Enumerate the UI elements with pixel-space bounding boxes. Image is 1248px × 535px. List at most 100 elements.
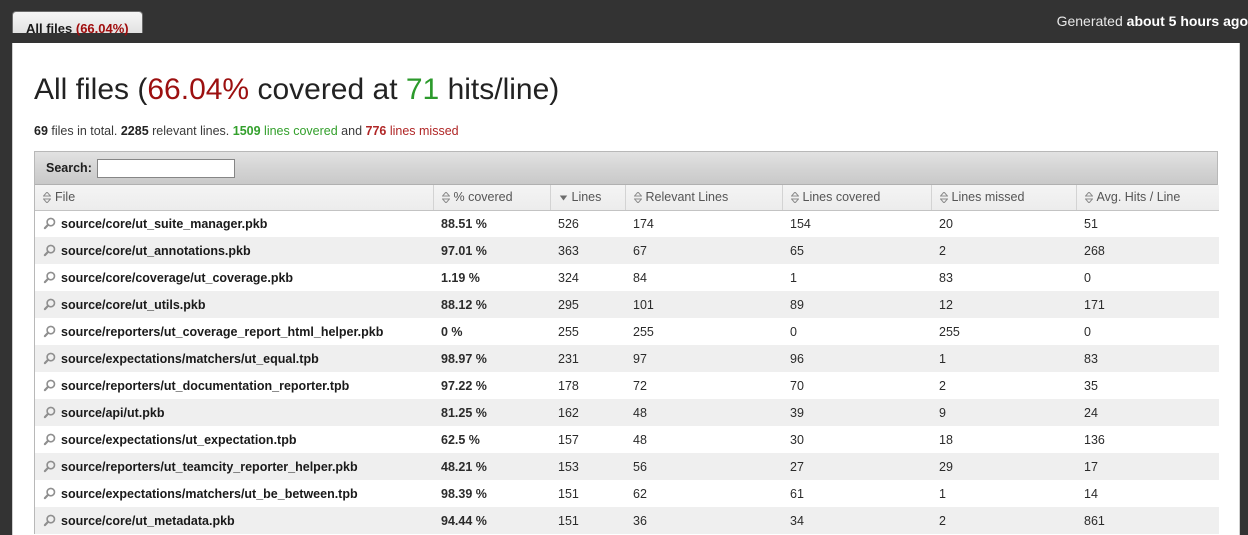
cell-lines: 178 — [550, 372, 625, 399]
cell-relevant-lines: 67 — [625, 237, 782, 264]
cell-percent-covered: 88.12 % — [433, 291, 550, 318]
cell-file[interactable]: source/expectations/matchers/ut_be_betwe… — [35, 480, 433, 507]
cell-avg-hits: 0 — [1076, 318, 1219, 345]
tab-strip: All files (66.04%) — [12, 11, 143, 44]
sort-both-icon — [1085, 192, 1093, 203]
cell-percent-covered: 81.25 % — [433, 399, 550, 426]
cell-lines-missed: 2 — [931, 507, 1076, 534]
magnifier-icon — [43, 379, 56, 392]
cell-file[interactable]: source/reporters/ut_coverage_report_html… — [35, 318, 433, 345]
magnifier-icon — [43, 433, 56, 446]
cell-file[interactable]: source/core/ut_annotations.pkb — [35, 237, 433, 264]
cell-file[interactable]: source/reporters/ut_documentation_report… — [35, 372, 433, 399]
cell-percent-covered: 98.39 % — [433, 480, 550, 507]
file-path-link[interactable]: source/core/ut_utils.pkb — [61, 298, 205, 312]
cell-percent-covered: 1.19 % — [433, 264, 550, 291]
table-row[interactable]: source/reporters/ut_documentation_report… — [35, 372, 1219, 399]
search-label: Search: — [46, 161, 92, 175]
file-path-link[interactable]: source/core/ut_metadata.pkb — [61, 514, 235, 528]
file-path-link[interactable]: source/core/ut_suite_manager.pkb — [61, 217, 267, 231]
sort-both-icon — [940, 192, 948, 203]
file-path-link[interactable]: source/core/coverage/ut_coverage.pkb — [61, 271, 293, 285]
cell-lines: 231 — [550, 345, 625, 372]
file-path-link[interactable]: source/reporters/ut_documentation_report… — [61, 379, 349, 393]
file-path-link[interactable]: source/reporters/ut_teamcity_reporter_he… — [61, 460, 358, 474]
cell-lines-covered: 65 — [782, 237, 931, 264]
cell-avg-hits: 51 — [1076, 210, 1219, 237]
cell-file[interactable]: source/core/coverage/ut_coverage.pkb — [35, 264, 433, 291]
magnifier-icon — [43, 487, 56, 500]
cell-avg-hits: 136 — [1076, 426, 1219, 453]
cell-file[interactable]: source/reporters/ut_teamcity_reporter_he… — [35, 453, 433, 480]
column-header-lines-missed[interactable]: Lines missed — [931, 185, 1076, 210]
file-path-link[interactable]: source/api/ut.pkb — [61, 406, 165, 420]
cell-relevant-lines: 97 — [625, 345, 782, 372]
file-path-link[interactable]: source/reporters/ut_coverage_report_html… — [61, 325, 383, 339]
column-header-relevant-lines[interactable]: Relevant Lines — [625, 185, 782, 210]
table-row[interactable]: source/core/ut_suite_manager.pkb88.51 %5… — [35, 210, 1219, 237]
cell-lines-missed: 83 — [931, 264, 1076, 291]
column-header-file[interactable]: File — [35, 185, 433, 210]
cell-lines-covered: 39 — [782, 399, 931, 426]
cell-file[interactable]: source/expectations/ut_expectation.tpb — [35, 426, 433, 453]
cell-lines: 151 — [550, 480, 625, 507]
table-row[interactable]: source/expectations/matchers/ut_equal.tp… — [35, 345, 1219, 372]
table-row[interactable]: source/core/coverage/ut_coverage.pkb 1.19… — [35, 264, 1219, 291]
cell-percent-covered: 48.21 % — [433, 453, 550, 480]
cell-relevant-lines: 36 — [625, 507, 782, 534]
magnifier-icon — [43, 325, 56, 338]
table-row[interactable]: source/reporters/ut_coverage_report_html… — [35, 318, 1219, 345]
cell-lines: 162 — [550, 399, 625, 426]
cell-lines: 526 — [550, 210, 625, 237]
coverage-table-head: File % covered Lines Relevant Lines Line — [35, 185, 1219, 210]
cell-relevant-lines: 48 — [625, 399, 782, 426]
sort-both-icon — [634, 192, 642, 203]
search-input[interactable] — [97, 159, 235, 178]
cell-file[interactable]: source/core/ut_suite_manager.pkb — [35, 210, 433, 237]
cell-file[interactable]: source/expectations/matchers/ut_equal.tp… — [35, 345, 433, 372]
magnifier-icon — [43, 271, 56, 284]
table-row[interactable]: source/expectations/ut_expectation.tpb62… — [35, 426, 1219, 453]
sort-both-icon — [442, 192, 450, 203]
table-row[interactable]: source/expectations/matchers/ut_be_betwe… — [35, 480, 1219, 507]
summary-covered-count: 1509 — [233, 124, 261, 138]
summary-missed-count: 776 — [366, 124, 387, 138]
generated-label: Generated — [1057, 13, 1127, 29]
file-path-link[interactable]: source/expectations/ut_expectation.tpb — [61, 433, 296, 447]
cell-relevant-lines: 48 — [625, 426, 782, 453]
column-header-relevant-lines-label: Relevant Lines — [646, 190, 729, 204]
tab-all-files[interactable]: All files (66.04%) — [12, 11, 143, 33]
cell-lines-missed: 2 — [931, 237, 1076, 264]
cell-avg-hits: 35 — [1076, 372, 1219, 399]
column-header-percent-covered-label: % covered — [454, 190, 513, 204]
column-header-avg-hits-line[interactable]: Avg. Hits / Line — [1076, 185, 1219, 210]
file-path-link[interactable]: source/expectations/matchers/ut_be_betwe… — [61, 487, 358, 501]
column-header-percent-covered[interactable]: % covered — [433, 185, 550, 210]
cell-file[interactable]: source/core/ut_metadata.pkb — [35, 507, 433, 534]
cell-lines-covered: 30 — [782, 426, 931, 453]
column-header-lines-covered[interactable]: Lines covered — [782, 185, 931, 210]
cell-lines-missed: 9 — [931, 399, 1076, 426]
column-header-lines-covered-label: Lines covered — [803, 190, 881, 204]
cell-file[interactable]: source/core/ut_utils.pkb — [35, 291, 433, 318]
cell-relevant-lines: 101 — [625, 291, 782, 318]
column-header-lines[interactable]: Lines — [550, 185, 625, 210]
table-row[interactable]: source/core/ut_utils.pkb88.12 %295101891… — [35, 291, 1219, 318]
magnifier-icon — [43, 244, 56, 257]
cell-avg-hits: 171 — [1076, 291, 1219, 318]
cell-file[interactable]: source/api/ut.pkb — [35, 399, 433, 426]
table-row[interactable]: source/core/ut_metadata.pkb94.44 %151363… — [35, 507, 1219, 534]
file-path-link[interactable]: source/core/ut_annotations.pkb — [61, 244, 251, 258]
summary-covered-text: lines covered — [261, 124, 338, 138]
cell-percent-covered: 98.97 % — [433, 345, 550, 372]
table-row[interactable]: source/api/ut.pkb 81.25 %1624839924 — [35, 399, 1219, 426]
cell-lines-missed: 18 — [931, 426, 1076, 453]
magnifier-icon — [43, 217, 56, 230]
table-row[interactable]: source/core/ut_annotations.pkb97.01 %363… — [35, 237, 1219, 264]
file-path-link[interactable]: source/expectations/matchers/ut_equal.tp… — [61, 352, 319, 366]
cell-lines-covered: 34 — [782, 507, 931, 534]
generated-timestamp: Generated about 5 hours ago — [1057, 13, 1248, 29]
cell-lines-missed: 2 — [931, 372, 1076, 399]
table-row[interactable]: source/reporters/ut_teamcity_reporter_he… — [35, 453, 1219, 480]
cell-avg-hits: 24 — [1076, 399, 1219, 426]
